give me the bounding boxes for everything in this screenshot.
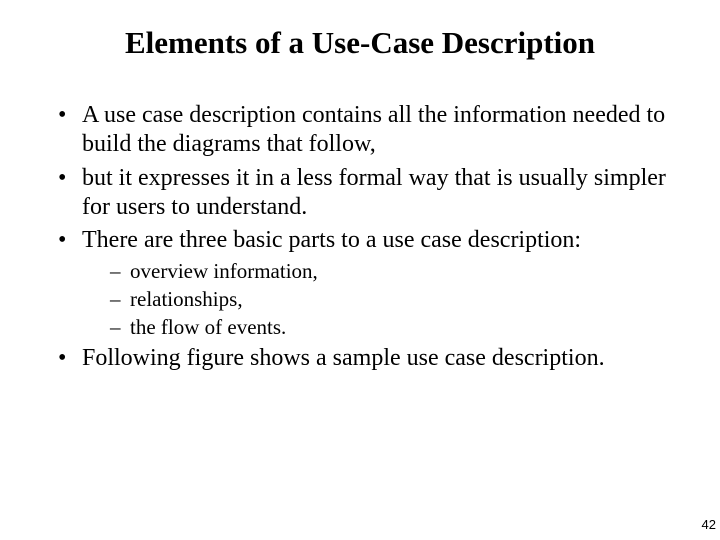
list-item: Following figure shows a sample use case… <box>58 344 680 373</box>
list-item: overview information, <box>110 258 680 284</box>
bullet-text: Following figure shows a sample use case… <box>82 345 605 371</box>
slide: Elements of a Use-Case Description A use… <box>0 0 720 540</box>
bullet-text: relationships, <box>130 287 243 311</box>
bullet-text: There are three basic parts to a use cas… <box>82 227 581 253</box>
page-number: 42 <box>702 517 716 532</box>
list-item: relationships, <box>110 286 680 312</box>
bullet-text: overview information, <box>130 259 318 283</box>
list-item: the flow of events. <box>110 314 680 340</box>
list-item: A use case description contains all the … <box>58 101 680 160</box>
bullet-text: the flow of events. <box>130 315 286 339</box>
list-item: but it expresses it in a less formal way… <box>58 164 680 223</box>
slide-title: Elements of a Use-Case Description <box>30 24 690 61</box>
bullet-text: but it expresses it in a less formal way… <box>82 165 666 220</box>
sub-bullet-list: overview information, relationships, the… <box>82 258 680 341</box>
list-item: There are three basic parts to a use cas… <box>58 226 680 340</box>
bullet-text: A use case description contains all the … <box>82 102 665 157</box>
bullet-list: A use case description contains all the … <box>30 101 690 373</box>
